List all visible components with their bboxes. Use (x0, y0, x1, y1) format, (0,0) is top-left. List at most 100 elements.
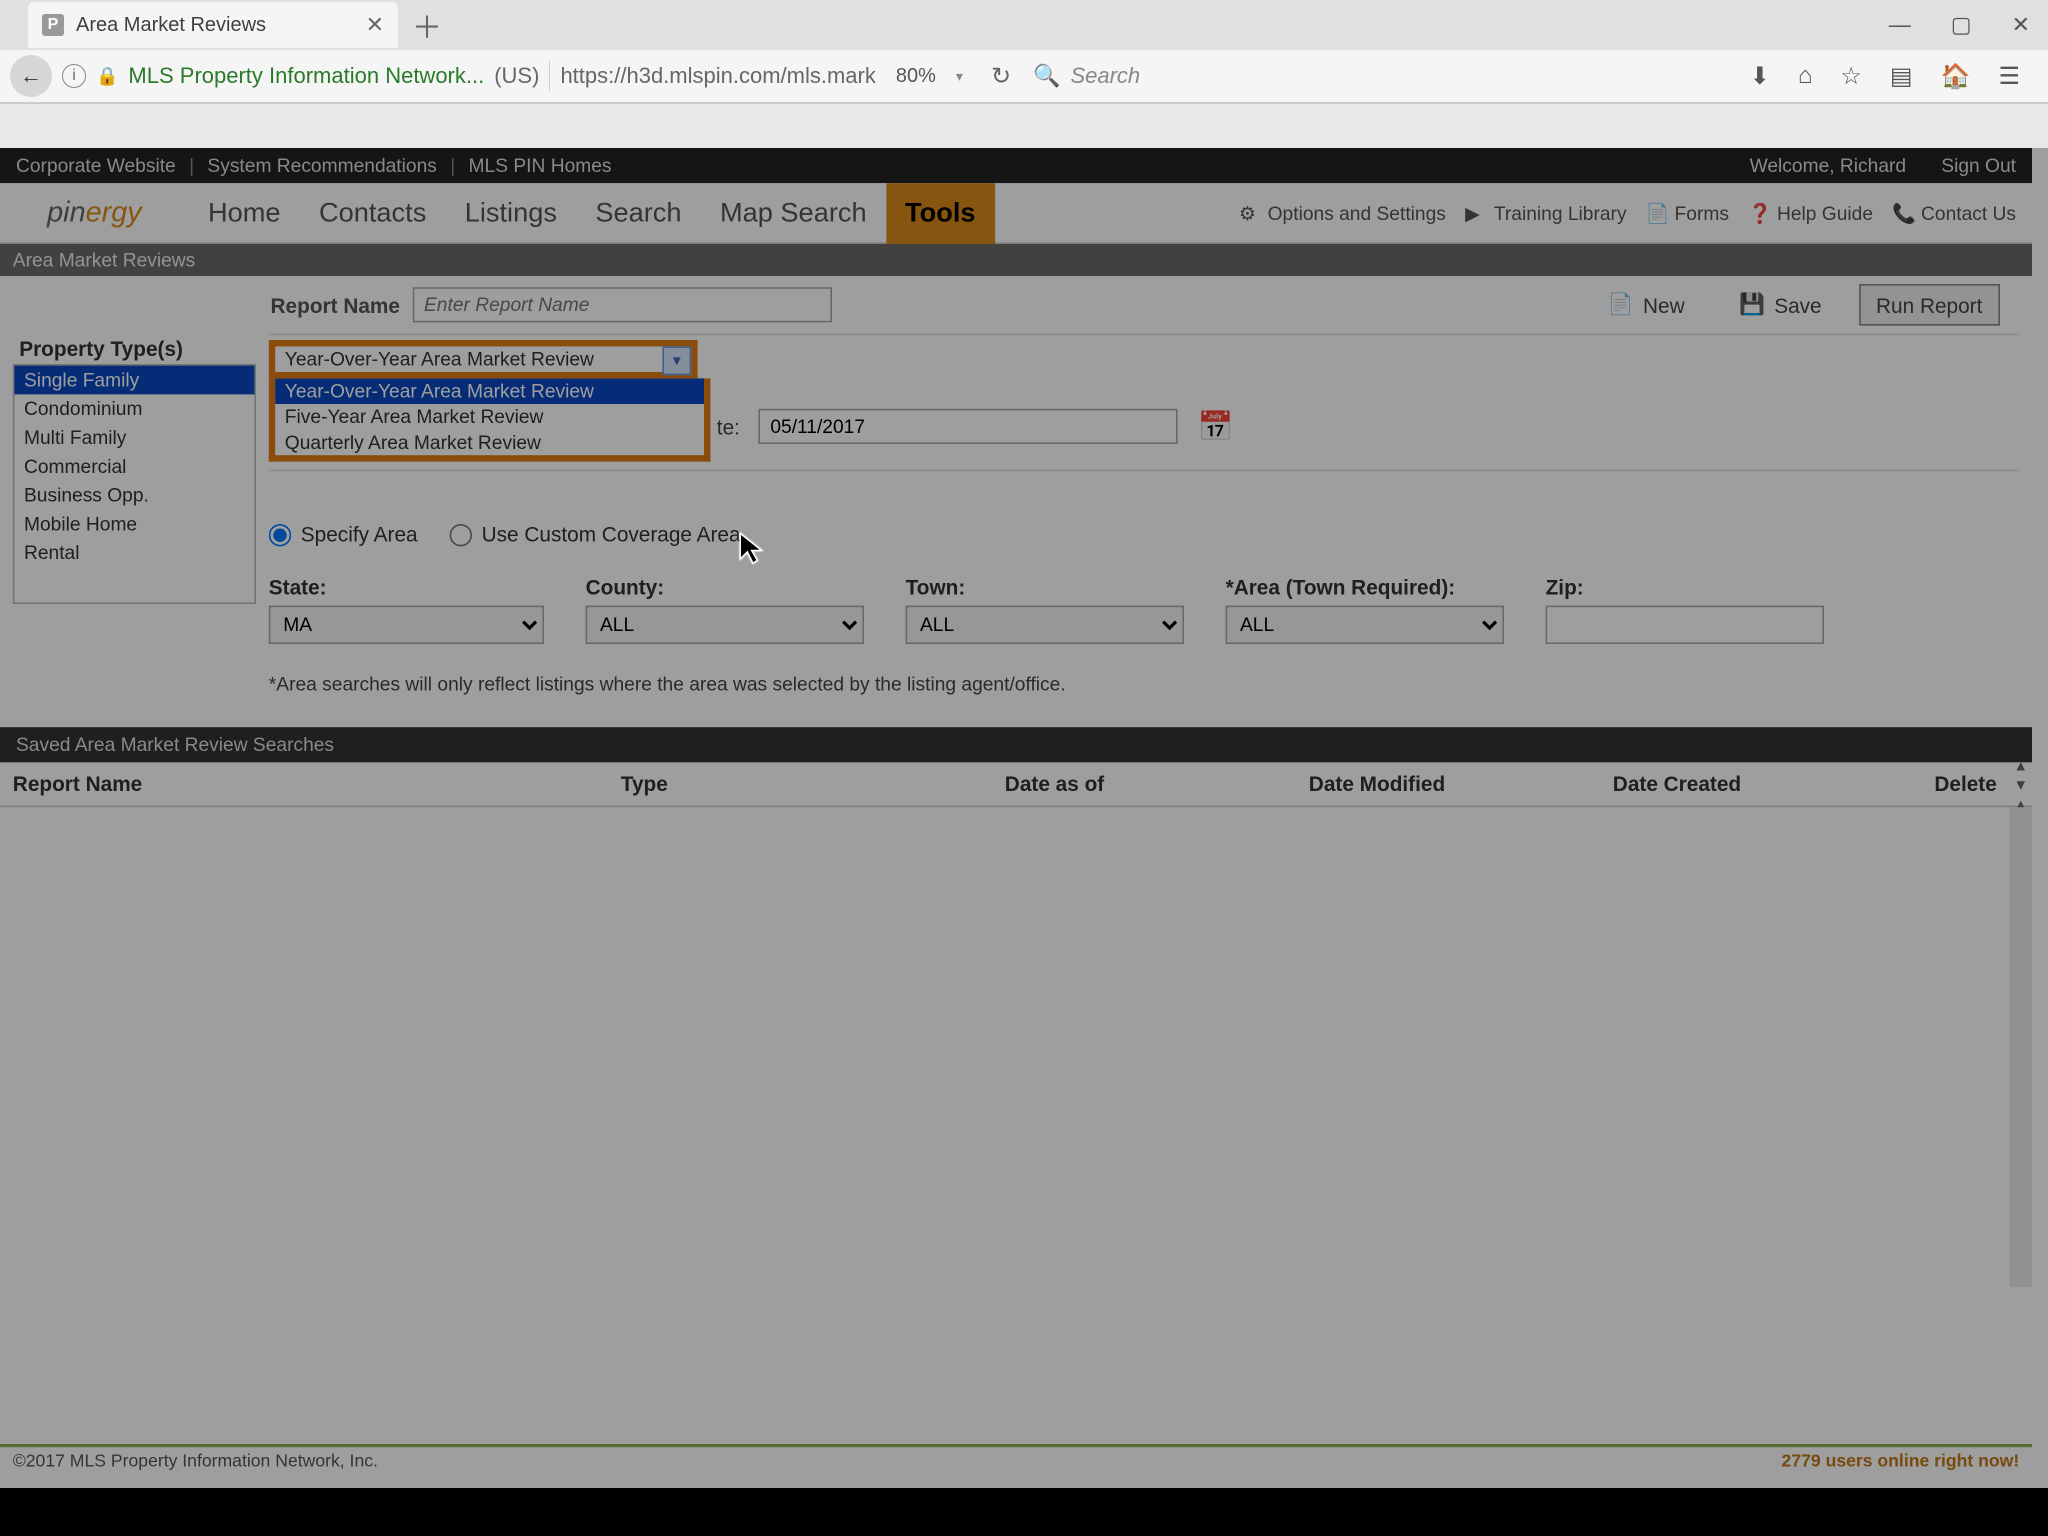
dropdown-list: Year-Over-Year Area Market ReviewFive-Ye… (269, 378, 711, 461)
nav-item-contacts[interactable]: Contacts (300, 182, 446, 243)
nav-item-home[interactable]: Home (189, 182, 300, 243)
search-icon: 🔍 (1033, 63, 1060, 89)
zoom-level[interactable]: 80% (896, 65, 936, 88)
scroll-arrows[interactable]: ▲▼▲ (2010, 757, 2032, 811)
state-select[interactable]: MA (269, 606, 544, 644)
bookmark-icon[interactable]: ☆ (1840, 62, 1862, 91)
site-identity[interactable]: MLS Property Information Network... (128, 63, 484, 89)
custom-coverage-radio[interactable]: Use Custom Coverage Area (450, 522, 741, 546)
nav-item-map-search[interactable]: Map Search (701, 182, 886, 243)
topbar-link-sysrec[interactable]: System Recommendations (207, 154, 436, 176)
zip-input[interactable] (1546, 606, 1824, 644)
info-icon[interactable]: i (62, 64, 86, 88)
nav-right: ⚙Options and Settings ▶Training Library … (1239, 202, 2032, 224)
app-footer: ©2017 MLS Property Information Network, … (0, 1444, 2032, 1476)
col-date-created[interactable]: Date Created (1600, 772, 1898, 796)
browser-tab[interactable]: P Area Market Reviews ✕ (28, 2, 398, 48)
document-icon: 📄 (1646, 202, 1668, 224)
property-type-item[interactable]: Multi Family (14, 423, 254, 452)
site-country: (US) (494, 63, 539, 89)
dropdown-option[interactable]: Quarterly Area Market Review (275, 430, 704, 456)
chevron-down-icon[interactable]: ▾ (956, 68, 963, 85)
save-button[interactable]: 💾Save (1721, 284, 1839, 326)
search-placeholder: Search (1070, 63, 1140, 89)
area-label: *Area (Town Required): (1226, 575, 1504, 599)
options-settings-link[interactable]: ⚙Options and Settings (1239, 202, 1446, 224)
county-select[interactable]: ALL (586, 606, 864, 644)
close-icon[interactable]: ✕ (366, 12, 384, 38)
black-fill (0, 1488, 2048, 1536)
app-topbar: Corporate Website | System Recommendatio… (0, 148, 2032, 183)
reload-icon[interactable]: ↻ (991, 62, 1011, 91)
phone-icon: 📞 (1892, 202, 1914, 224)
page-viewport: Corporate Website | System Recommendatio… (0, 148, 2048, 1536)
state-label: State: (269, 575, 544, 599)
library-icon[interactable]: ▤ (1890, 62, 1913, 91)
sign-out-link[interactable]: Sign Out (1941, 154, 2016, 176)
maximize-icon[interactable]: ▢ (1951, 12, 1972, 38)
dropdown-option[interactable]: Five-Year Area Market Review (275, 404, 704, 430)
town-select[interactable]: ALL (906, 606, 1184, 644)
separator (549, 61, 550, 91)
tab-title: Area Market Reviews (76, 14, 266, 37)
address-bar-row: ← i 🔒 MLS Property Information Network..… (0, 50, 2048, 102)
save-icon: 💾 (1739, 292, 1765, 318)
property-type-item[interactable]: Commercial (14, 452, 254, 481)
tab-favicon: P (42, 14, 64, 36)
menu-icon[interactable]: ☰ (1998, 62, 2020, 91)
save-page-icon[interactable]: ⬇ (1750, 62, 1770, 91)
footer-online-count: 2779 users online right now! (1782, 1452, 2020, 1471)
dropdown-option[interactable]: Year-Over-Year Area Market Review (275, 378, 704, 404)
col-date-as-of[interactable]: Date as of (992, 772, 1296, 796)
specify-area-radio[interactable]: Specify Area (269, 522, 418, 546)
gear-icon: ⚙ (1239, 202, 1261, 224)
report-name-label: Report Name (32, 293, 400, 317)
report-type-dropdown[interactable]: Year-Over-Year Area Market Review ▾ Year… (269, 340, 711, 462)
browser-chrome: P Area Market Reviews ✕ ＋ — ▢ ✕ ← i 🔒 ML… (0, 0, 2048, 148)
col-type[interactable]: Type (608, 772, 992, 796)
property-type-item[interactable]: Rental (14, 538, 254, 567)
browser-search[interactable]: 🔍 Search (1021, 63, 1740, 89)
new-button[interactable]: 📄New (1590, 284, 1702, 326)
app: Corporate Website | System Recommendatio… (0, 148, 2032, 1476)
nav-item-listings[interactable]: Listings (446, 182, 577, 243)
close-window-icon[interactable]: ✕ (2012, 12, 2030, 38)
logo[interactable]: pinergy (0, 196, 189, 230)
chevron-down-icon[interactable]: ▾ (662, 346, 691, 375)
training-library-link[interactable]: ▶Training Library (1465, 202, 1626, 224)
back-button[interactable]: ← (10, 55, 52, 97)
col-date-modified[interactable]: Date Modified (1296, 772, 1600, 796)
report-name-row: Report Name 📄New 💾Save Run Report (0, 276, 2032, 334)
help-guide-link[interactable]: ❓Help Guide (1748, 202, 1873, 224)
home-nav-icon[interactable]: 🏠 (1941, 62, 1971, 91)
window-controls: — ▢ ✕ (1889, 12, 2030, 38)
property-type-item[interactable]: Single Family (14, 366, 254, 395)
forms-link[interactable]: 📄Forms (1646, 202, 1729, 224)
url-text[interactable]: https://h3d.mlspin.com/mls.mark (560, 63, 875, 89)
col-report-name[interactable]: Report Name (0, 772, 608, 796)
property-type-item[interactable]: Condominium (14, 394, 254, 423)
footer-copyright: ©2017 MLS Property Information Network, … (13, 1452, 378, 1471)
report-name-input[interactable] (413, 287, 832, 322)
calendar-icon[interactable]: 📅 (1198, 410, 1234, 444)
date-input[interactable] (759, 409, 1178, 444)
new-tab-button[interactable]: ＋ (412, 3, 442, 47)
topbar-link-pinhomes[interactable]: MLS PIN Homes (469, 154, 612, 176)
area-select[interactable]: ALL (1226, 606, 1504, 644)
property-type-list[interactable]: Single FamilyCondominiumMulti FamilyComm… (13, 364, 256, 604)
home-icon[interactable]: ⌂ (1798, 62, 1813, 91)
property-type-header: Property Type(s) (13, 334, 256, 364)
property-type-item[interactable]: Mobile Home (14, 510, 254, 539)
property-type-item[interactable]: Business Opp. (14, 481, 254, 510)
breadcrumb: Area Market Reviews (0, 244, 2032, 276)
topbar-link-corporate[interactable]: Corporate Website (16, 154, 176, 176)
lock-icon: 🔒 (96, 66, 118, 87)
run-report-button[interactable]: Run Report (1858, 284, 2000, 326)
video-icon: ▶ (1465, 202, 1487, 224)
nav-item-tools[interactable]: Tools (886, 182, 995, 243)
area-note: *Area searches will only reflect listing… (269, 673, 2019, 695)
nav-item-search[interactable]: Search (576, 182, 701, 243)
minimize-icon[interactable]: — (1889, 12, 1911, 38)
contact-us-link[interactable]: 📞Contact Us (1892, 202, 2016, 224)
dropdown-selected: Year-Over-Year Area Market Review (285, 348, 594, 370)
